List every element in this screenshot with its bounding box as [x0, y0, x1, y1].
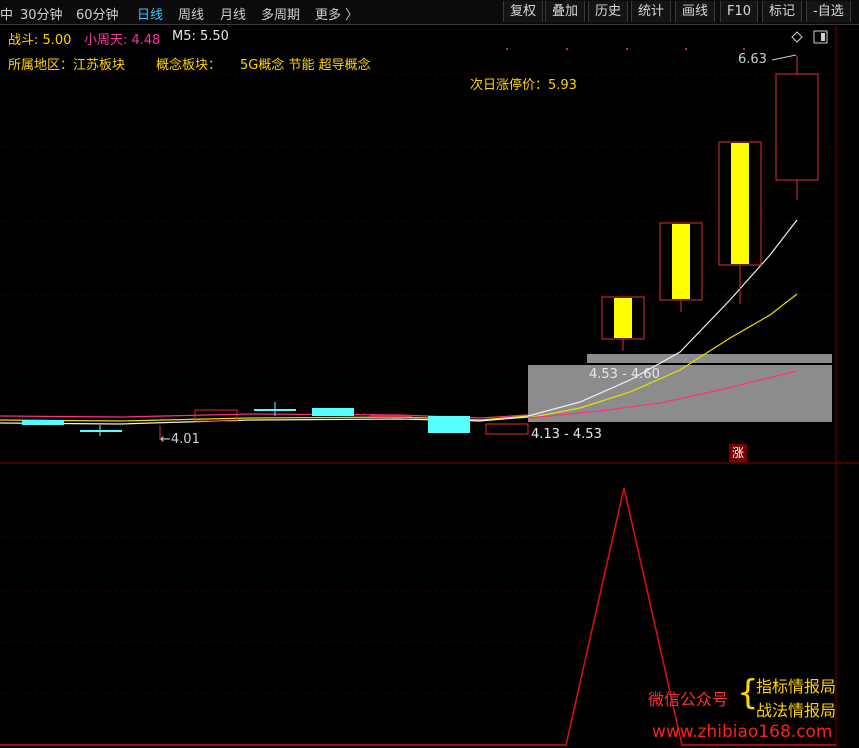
zone-lower-label: 4.13 - 4.53: [531, 427, 602, 442]
watermark-url: www.zhibiao168.com: [652, 722, 833, 742]
support-zone-top: [587, 354, 832, 363]
high-price-label: 6.63: [738, 52, 767, 67]
xiaozhoutian-label: 小周天: 4.48: [84, 33, 161, 48]
m5-label: M5: 5.50: [172, 29, 229, 44]
zhandou-label: 战斗: 5.00: [8, 33, 72, 48]
zone-upper-label: 4.53 - 4.60: [589, 367, 660, 382]
diamond-icon: [791, 31, 803, 43]
wechat-prefix: 微信公众号: [648, 690, 729, 709]
concept-list: 5G概念 节能 超导概念: [240, 58, 371, 73]
kline-chart: [0, 24, 859, 748]
limit-up-price: 次日涨停价：5.93: [470, 78, 577, 93]
signal-dots: [506, 48, 745, 50]
concept-label: 概念板块：: [156, 58, 222, 73]
limit-up-badge: 涨: [729, 444, 747, 462]
watermark-line2: 战法情报局: [756, 701, 837, 720]
region-label: 所属地区：江苏板块: [8, 58, 126, 73]
watermark-line1: 指标情报局: [756, 677, 837, 696]
panel-toggle-icon: [813, 30, 828, 44]
low-price-label: ←4.01: [160, 432, 200, 447]
rally-candles: [601, 56, 819, 351]
